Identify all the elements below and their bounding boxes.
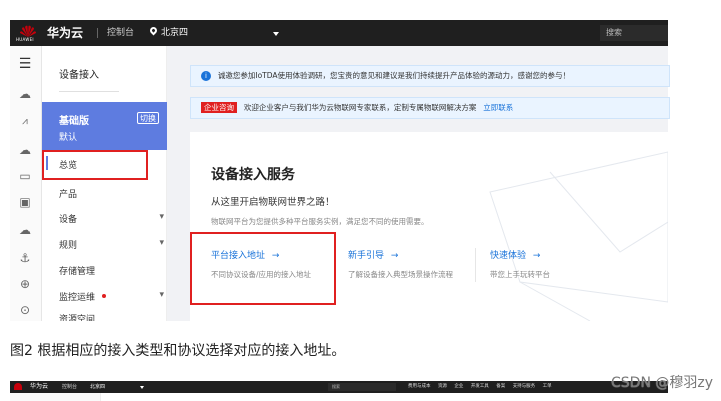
console-link[interactable]: 控制台 [107,20,134,46]
chevron-down-icon: ▾ [159,290,164,300]
bottom-menu-item: 支持与服务 [512,384,536,389]
option-title: 快速体验 [490,251,527,261]
device-icon[interactable]: ▣ [17,194,33,210]
edition-instance[interactable]: 默认 [59,130,77,143]
iot-icon[interactable]: ⩘ [17,114,33,130]
menu-icon[interactable]: ☰ [17,56,33,72]
huawei-wordmark: HUAWEI [16,37,34,42]
edition-switch-button[interactable]: 切换 [137,112,159,124]
location-pin-icon [148,25,159,36]
sidebar-item-label: 监控运维 [59,293,96,303]
cloud-icon[interactable]: ☁ [17,222,33,238]
service-title: 设备接入服务 [211,167,295,183]
enterprise-banner: 企业咨询 欢迎企业客户与我们华为云物联网专家联系，定制专属物联网解决方案 立即联… [190,97,670,119]
cloud-icon[interactable]: ☁ [17,142,33,158]
service-description: 物联网平台为您提供多种平台服务实例，满足您不同的使用需要。 [211,217,429,226]
overview-highlight-box [42,150,148,180]
bottom-region: 北京四 [90,384,106,390]
bottom-search-box: 搜索 [328,383,396,391]
huawei-logo[interactable]: HUAWEI [16,23,38,43]
survey-banner: i 诚邀您参加IoTDA使用体验调研，您宝贵的意见和建议是我们持续提升产品体验的… [190,65,670,87]
edition-name: 基础版 [59,116,89,127]
service-card: 设备接入服务 从这里开启物联网世界之路！ 物联网平台为您提供多种平台服务实例，满… [190,132,668,321]
sidebar-item-resource-space[interactable]: 资源空间 [42,312,167,321]
option-description: 带您上手玩转平台 [490,270,550,279]
bottom-region-caret-icon [140,386,144,389]
option-title-row: 快速体验 → [490,248,610,261]
bottom-brand-name: 华为云 [30,383,49,390]
compass-icon[interactable]: ⊙ [17,302,33,318]
bottom-menu-item: 工单 [542,384,552,389]
database-icon[interactable]: ▭ [17,168,33,184]
top-nav-bar: HUAWEI 华为云 控制台 北京四 搜索 [10,20,668,46]
enterprise-text: 欢迎企业客户与我们华为云物联网专家联系，定制专属物联网解决方案 [243,103,477,112]
topbar-divider [97,28,98,38]
bottom-console: 控制台 [62,384,78,390]
sidebar-item-products[interactable]: 产品 [59,187,77,200]
huawei-logo-icon [20,25,36,37]
bottom-sidebar-edge [10,393,101,401]
bottom-menu-item: 备案 [496,384,506,389]
region-dropdown-caret-icon[interactable] [273,32,279,36]
bottom-search-placeholder: 搜索 [332,384,340,389]
sidebar-item-label: 规则 [59,241,78,251]
figure-caption: 图2 根据相应的接入类型和协议选择对应的接入地址。 [10,343,346,359]
service-subtitle: 从这里开启物联网世界之路！ [211,197,335,208]
sidebar-title-underline [59,91,119,92]
option-quick-experience[interactable]: 快速体验 → 带您上手玩转平台 [490,248,610,284]
watermark: CSDN @穆羽zy [611,375,713,391]
enterprise-tag: 企业咨询 [201,102,237,113]
contact-now-link[interactable]: 立即联系 [483,103,513,112]
cloud-icon[interactable]: ☁ [17,86,33,102]
service-icon-rail: ☰ ☁ ⩘ ☁ ▭ ▣ ☁ ⚓ ⊕ ⊙ [10,46,42,321]
chevron-down-icon: ▾ [159,212,164,222]
sidebar-item-devices[interactable]: 设备 ▾ [42,210,167,225]
sidebar-item-label: 设备 [59,215,78,225]
bottom-nav-menu: 费用与成本 资源 企业 开发工具 备案 支持与服务 工单 [408,381,552,393]
sidebar-item-monitoring[interactable]: 监控运维 ▾ [42,288,167,303]
option-description: 了解设备接入典型场景操作流程 [348,270,453,279]
main-content: i 诚邀您参加IoTDA使用体验调研，您宝贵的意见和建议是我们持续提升产品体验的… [167,46,670,321]
sidebar-item-storage[interactable]: 存储管理 [59,264,95,277]
edition-panel: 基础版 切换 默认 [42,102,167,150]
survey-text[interactable]: 诚邀您参加IoTDA使用体验调研，您宝贵的意见和建议是我们持续提升产品体验的源动… [218,71,570,80]
brand-name[interactable]: 华为云 [47,20,83,46]
info-icon: i [201,70,211,81]
option-beginner-guide[interactable]: 新手引导 → 了解设备接入典型场景操作流程 [348,248,478,284]
sidebar: 设备接入 基础版 切换 默认 总览 产品 设备 ▾ 规则 ▾ 存储管理 监控运维… [42,46,167,321]
arrow-right-icon: → [532,251,541,261]
bottom-topbar: 华为云 控制台 北京四 搜索 费用与成本 资源 企业 开发工具 备案 支持与服务… [10,381,668,393]
globe-icon[interactable]: ⊕ [17,276,33,292]
platform-address-highlight-box [190,232,336,305]
new-dot-badge [102,294,106,298]
bottom-menu-item: 费用与成本 [408,384,431,389]
search-input[interactable]: 搜索 [606,25,622,41]
option-title: 新手引导 [348,251,385,261]
sidebar-item-label: 资源空间 [59,315,96,321]
option-title-row: 新手引导 → [348,248,478,261]
anchor-icon[interactable]: ⚓ [17,250,33,266]
chevron-down-icon: ▾ [159,238,164,248]
sidebar-item-rules[interactable]: 规则 ▾ [42,236,167,251]
bottom-menu-item: 开发工具 [470,384,489,389]
bottom-menu-item: 资源 [437,384,447,389]
huawei-logo-icon [14,383,22,390]
option-divider [475,248,476,282]
arrow-right-icon: → [390,251,399,261]
search-box[interactable]: 搜索 [600,25,668,41]
bottom-menu-item: 企业 [454,384,464,389]
region-selector[interactable]: 北京四 [161,20,188,46]
sidebar-title: 设备接入 [59,70,99,81]
